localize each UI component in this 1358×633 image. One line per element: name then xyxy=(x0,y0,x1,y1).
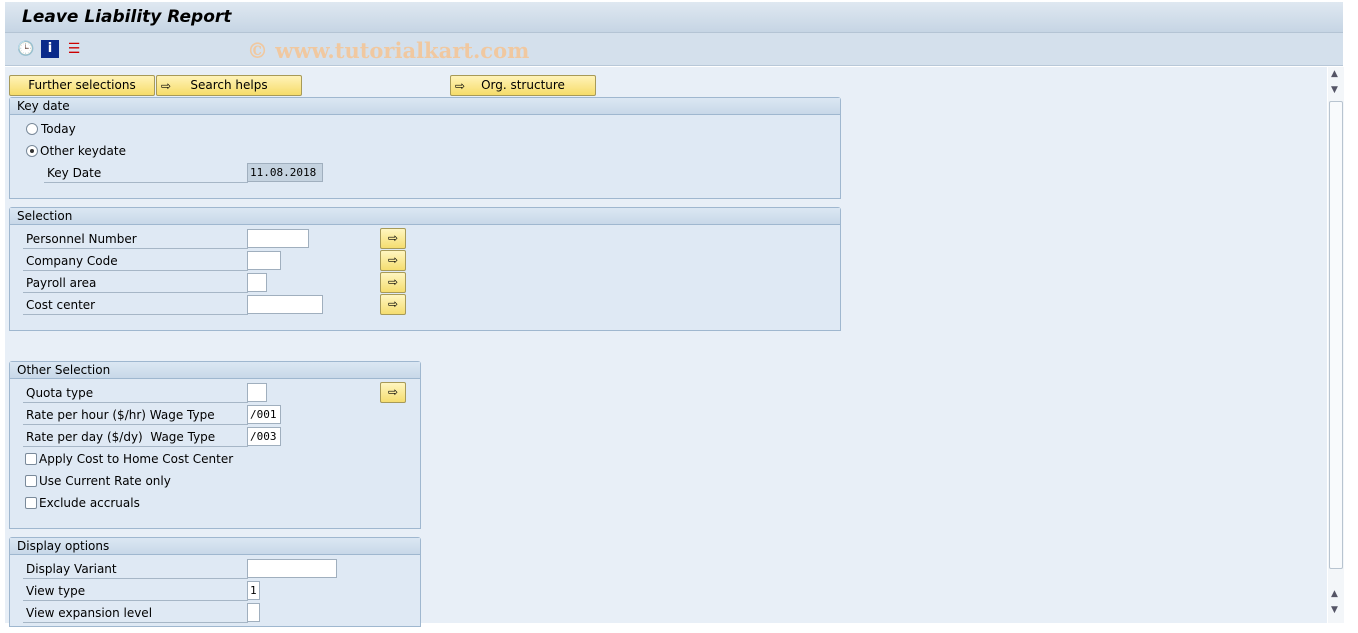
cost-center-multiple-button[interactable]: ⇨ xyxy=(380,294,406,315)
quota-type-label: Quota type xyxy=(23,383,248,403)
key-date-group: Key date xyxy=(9,97,841,199)
today-label: Today xyxy=(41,122,76,136)
button-label: Org. structure xyxy=(481,78,565,92)
scroll-down-icon[interactable]: ▼ xyxy=(1331,85,1338,95)
rate-per-hour-input[interactable]: /001 xyxy=(247,405,281,424)
quota-type-input[interactable] xyxy=(247,383,267,402)
title-bar: Leave Liability Report xyxy=(5,2,1343,33)
button-label: Further selections xyxy=(28,78,136,92)
rate-per-hour-label: Rate per hour ($/hr) Wage Type xyxy=(23,405,248,425)
scroll-up-icon[interactable]: ▲ xyxy=(1331,69,1338,79)
view-type-input[interactable]: 1 xyxy=(247,581,260,600)
payroll-area-multiple-button[interactable]: ⇨ xyxy=(380,272,406,293)
cost-center-label: Cost center xyxy=(23,295,248,315)
view-expansion-label: View expansion level xyxy=(23,603,248,623)
group-title: Selection xyxy=(10,208,840,225)
arrow-right-icon: ⇨ xyxy=(455,79,466,93)
other-keydate-radio[interactable] xyxy=(26,145,38,157)
group-title: Display options xyxy=(10,538,420,555)
group-title: Key date xyxy=(10,98,840,115)
key-date-label: Key Date xyxy=(44,163,248,183)
use-current-rate-label: Use Current Rate only xyxy=(39,474,171,488)
view-expansion-input[interactable] xyxy=(247,603,260,622)
arrow-right-icon: ⇨ xyxy=(161,79,172,93)
exclude-accruals-checkbox[interactable] xyxy=(25,497,37,509)
org-structure-button[interactable]: ⇨ Org. structure xyxy=(450,75,596,96)
key-date-input[interactable]: 11.08.2018 xyxy=(247,163,323,182)
scroll-up-icon[interactable]: ▲ xyxy=(1331,589,1338,599)
scroll-down-icon[interactable]: ▼ xyxy=(1331,605,1338,615)
execute-clock-icon[interactable]: 🕒 xyxy=(17,40,35,58)
further-selections-button[interactable]: Further selections xyxy=(9,75,155,96)
apply-cost-home-checkbox[interactable] xyxy=(25,453,37,465)
button-label: Search helps xyxy=(190,78,268,92)
payroll-area-label: Payroll area xyxy=(23,273,248,293)
company-code-input[interactable] xyxy=(247,251,281,270)
group-title: Other Selection xyxy=(10,362,420,379)
display-variant-label: Display Variant xyxy=(23,559,248,579)
exclude-accruals-label: Exclude accruals xyxy=(39,496,140,510)
quota-type-multiple-button[interactable]: ⇨ xyxy=(380,382,406,403)
application-toolbar: 🕒 i ☰ xyxy=(5,33,1343,66)
rate-per-day-input[interactable]: /003 xyxy=(247,427,281,446)
vertical-scrollbar[interactable]: ▲ ▼ ▲ ▼ xyxy=(1328,67,1344,623)
selection-screen-icon[interactable]: ☰ xyxy=(65,40,83,58)
apply-cost-home-label: Apply Cost to Home Cost Center xyxy=(39,452,234,466)
cost-center-input[interactable] xyxy=(247,295,323,314)
rate-per-day-label: Rate per day ($/dy) Wage Type xyxy=(23,427,248,447)
payroll-area-input[interactable] xyxy=(247,273,267,292)
today-radio[interactable] xyxy=(26,123,38,135)
scroll-thumb[interactable] xyxy=(1329,101,1343,569)
personnel-number-label: Personnel Number xyxy=(23,229,248,249)
personnel-number-multiple-button[interactable]: ⇨ xyxy=(380,228,406,249)
company-code-multiple-button[interactable]: ⇨ xyxy=(380,250,406,271)
other-keydate-label: Other keydate xyxy=(40,144,126,158)
page-title: Leave Liability Report xyxy=(22,7,232,27)
info-icon[interactable]: i xyxy=(41,40,59,58)
watermark: © www.tutorialkart.com xyxy=(247,38,530,63)
use-current-rate-checkbox[interactable] xyxy=(25,475,37,487)
view-type-label: View type xyxy=(23,581,248,601)
display-variant-input[interactable] xyxy=(247,559,337,578)
company-code-label: Company Code xyxy=(23,251,248,271)
personnel-number-input[interactable] xyxy=(247,229,309,248)
search-helps-button[interactable]: ⇨ Search helps xyxy=(156,75,302,96)
